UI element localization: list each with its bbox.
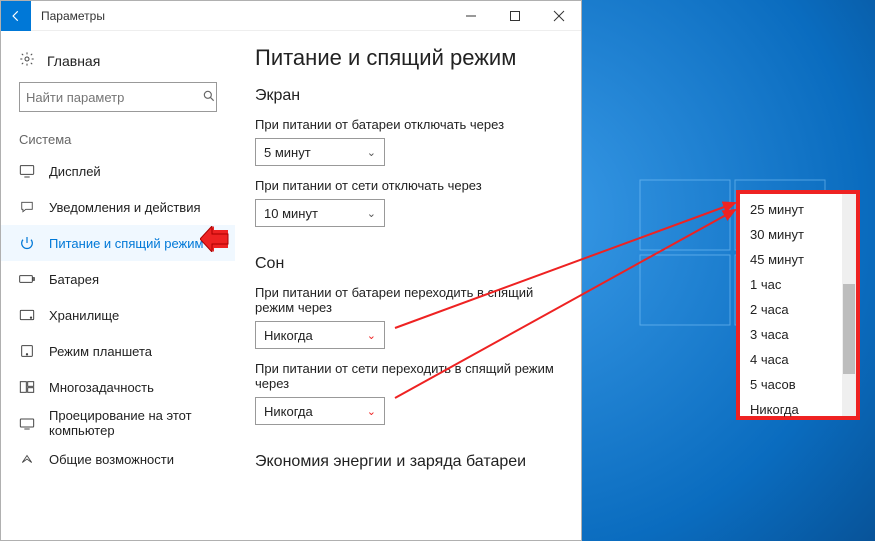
main-content: Питание и спящий режим Экран При питании… bbox=[235, 31, 581, 540]
sidebar-item-label: Дисплей bbox=[49, 164, 101, 179]
sleep-ac-label: При питании от сети переходить в спящий … bbox=[255, 361, 561, 391]
multitask-icon bbox=[19, 380, 35, 394]
sidebar-item-label: Режим планшета bbox=[49, 344, 152, 359]
sidebar-item-label: Питание и спящий режим bbox=[49, 236, 203, 251]
time-dropdown[interactable]: 25 минут 30 минут 45 минут 1 час 2 часа … bbox=[736, 190, 860, 420]
section-screen-heading: Экран bbox=[255, 87, 561, 105]
gear-icon bbox=[19, 51, 35, 70]
dropdown-option[interactable]: 5 часов bbox=[740, 372, 842, 397]
sidebar-home-label: Главная bbox=[47, 53, 100, 69]
scrollbar-thumb[interactable] bbox=[843, 284, 855, 374]
section-sleep-heading: Сон bbox=[255, 255, 561, 273]
battery-icon bbox=[19, 273, 35, 285]
screen-ac-select[interactable]: 10 минут ⌄ bbox=[255, 199, 385, 227]
storage-icon bbox=[19, 308, 35, 322]
page-title: Питание и спящий режим bbox=[255, 45, 561, 71]
window-title: Параметры bbox=[41, 9, 449, 23]
tablet-icon bbox=[19, 344, 35, 358]
dropdown-option[interactable]: Никогда bbox=[740, 397, 842, 422]
dropdown-option[interactable]: 1 час bbox=[740, 272, 842, 297]
dropdown-scrollbar[interactable] bbox=[842, 194, 856, 416]
close-button[interactable] bbox=[537, 1, 581, 31]
power-icon bbox=[19, 235, 35, 251]
chevron-down-icon: ⌄ bbox=[367, 405, 376, 418]
sidebar-item-label: Хранилище bbox=[49, 308, 119, 323]
sidebar-item-storage[interactable]: Хранилище bbox=[1, 297, 235, 333]
back-button[interactable] bbox=[1, 1, 31, 31]
sidebar-item-multitask[interactable]: Многозадачность bbox=[1, 369, 235, 405]
dropdown-option[interactable]: 45 минут bbox=[740, 247, 842, 272]
section-energy-heading: Экономия энергии и заряда батареи bbox=[255, 453, 561, 471]
chevron-down-icon: ⌄ bbox=[367, 329, 376, 342]
chevron-down-icon: ⌄ bbox=[367, 207, 376, 220]
projecting-icon bbox=[19, 416, 35, 430]
titlebar: Параметры bbox=[1, 1, 581, 31]
dropdown-option[interactable]: 2 часа bbox=[740, 297, 842, 322]
dropdown-option[interactable]: 4 часа bbox=[740, 347, 842, 372]
sidebar-item-display[interactable]: Дисплей bbox=[1, 153, 235, 189]
shared-icon bbox=[19, 452, 35, 466]
dropdown-option[interactable]: 30 минут bbox=[740, 222, 842, 247]
message-icon bbox=[19, 200, 35, 214]
select-value: Никогда bbox=[264, 404, 313, 419]
sidebar-category: Система bbox=[1, 126, 235, 153]
sidebar-item-label: Батарея bbox=[49, 272, 99, 287]
sidebar-item-tablet[interactable]: Режим планшета bbox=[1, 333, 235, 369]
screen-ac-label: При питании от сети отключать через bbox=[255, 178, 561, 193]
sidebar-item-battery[interactable]: Батарея bbox=[1, 261, 235, 297]
search-input-wrap[interactable] bbox=[19, 82, 217, 112]
display-icon bbox=[19, 164, 35, 178]
sleep-ac-select[interactable]: Никогда ⌄ bbox=[255, 397, 385, 425]
sleep-battery-select[interactable]: Никогда ⌄ bbox=[255, 321, 385, 349]
settings-window: Параметры Главная bbox=[0, 0, 582, 541]
sleep-battery-label: При питании от батареи переходить в спящ… bbox=[255, 285, 561, 315]
screen-battery-label: При питании от батареи отключать через bbox=[255, 117, 561, 132]
sidebar-item-label: Проецирование на этот компьютер bbox=[49, 408, 217, 438]
sidebar-item-projecting[interactable]: Проецирование на этот компьютер bbox=[1, 405, 235, 441]
sidebar-home[interactable]: Главная bbox=[1, 45, 235, 82]
maximize-button[interactable] bbox=[493, 1, 537, 31]
select-value: Никогда bbox=[264, 328, 313, 343]
dropdown-option[interactable]: 3 часа bbox=[740, 322, 842, 347]
sidebar-item-label: Общие возможности bbox=[49, 452, 174, 467]
search-icon bbox=[202, 89, 216, 106]
sidebar-item-shared[interactable]: Общие возможности bbox=[1, 441, 235, 477]
chevron-down-icon: ⌄ bbox=[367, 146, 376, 159]
select-value: 5 минут bbox=[264, 145, 311, 160]
search-input[interactable] bbox=[26, 90, 202, 105]
sidebar-item-label: Многозадачность bbox=[49, 380, 154, 395]
screen-battery-select[interactable]: 5 минут ⌄ bbox=[255, 138, 385, 166]
sidebar-item-notifications[interactable]: Уведомления и действия bbox=[1, 189, 235, 225]
sidebar-item-power[interactable]: Питание и спящий режим bbox=[1, 225, 235, 261]
sidebar-item-label: Уведомления и действия bbox=[49, 200, 201, 215]
dropdown-option[interactable]: 25 минут bbox=[740, 197, 842, 222]
select-value: 10 минут bbox=[264, 206, 318, 221]
minimize-button[interactable] bbox=[449, 1, 493, 31]
sidebar: Главная Система Дисплей Уведомления bbox=[1, 31, 235, 540]
